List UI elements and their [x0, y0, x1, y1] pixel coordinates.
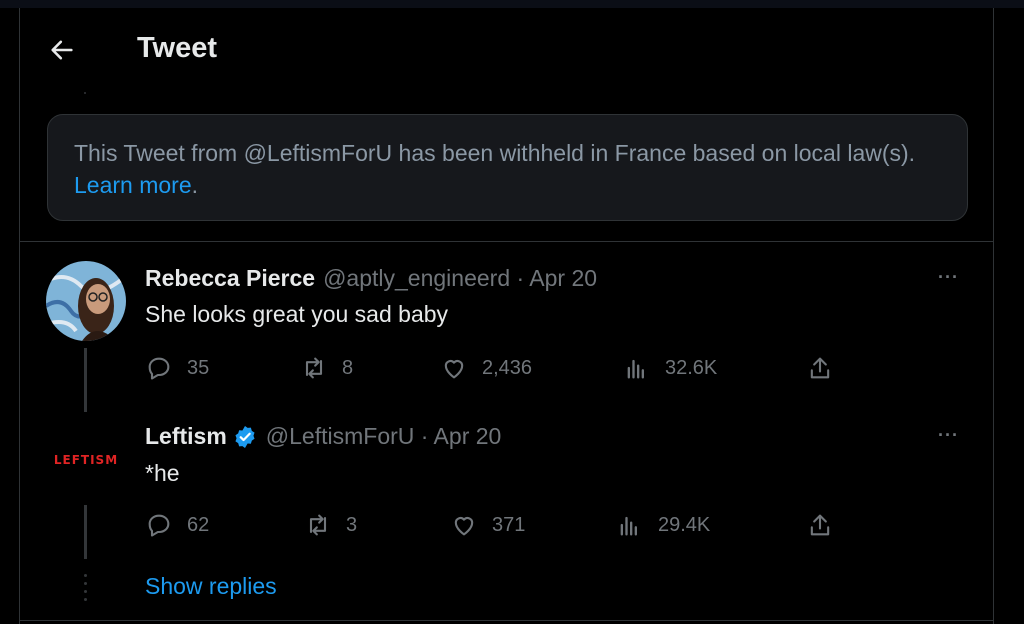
reply-button[interactable]: 62	[145, 511, 209, 539]
reply-icon	[148, 514, 170, 537]
show-replies-link[interactable]: Show replies	[145, 573, 277, 600]
share-icon	[810, 357, 830, 379]
share-button[interactable]	[806, 511, 848, 539]
view-count: 32.6K	[665, 356, 718, 379]
section-divider	[20, 620, 993, 621]
like-button[interactable]: 371	[450, 511, 525, 539]
like-button[interactable]: 2,436	[440, 354, 532, 382]
verified-badge-icon	[235, 425, 255, 448]
views-icon	[627, 359, 644, 379]
display-name[interactable]: Leftism	[145, 423, 227, 450]
retweet-icon	[309, 514, 327, 536]
retweet-button[interactable]: 8	[300, 354, 353, 382]
logo-text: LEFTISM	[53, 453, 119, 467]
main-column: Tweet This Tweet from @LeftismForU has b…	[19, 8, 994, 624]
tweet-text: *he	[145, 460, 180, 486]
learn-more-link[interactable]: Learn more	[74, 172, 192, 198]
handle-and-date[interactable]: @LeftismForU · Apr 20	[266, 423, 502, 450]
share-icon	[810, 514, 830, 536]
reply-count: 35	[187, 356, 210, 379]
back-button[interactable]	[48, 36, 76, 64]
collapsed-thread-dots	[84, 574, 87, 606]
views-button[interactable]: 29.4K	[616, 511, 710, 539]
more-icon[interactable]: ···	[938, 425, 959, 446]
display-name[interactable]: Rebecca Pierce	[145, 265, 315, 292]
reply-button[interactable]: 35	[145, 354, 209, 382]
browser-top-bar	[0, 0, 1024, 8]
page-title: Tweet	[137, 32, 218, 64]
retweet-count: 3	[346, 513, 358, 536]
tweet-header: Leftism @LeftismForU · Apr 20	[145, 423, 501, 450]
retweet-button[interactable]: 3	[304, 511, 357, 539]
like-count: 2,436	[482, 356, 533, 379]
reply-count: 62	[187, 513, 210, 536]
avatar[interactable]	[46, 261, 126, 341]
withheld-notice-suffix: .	[191, 172, 199, 198]
withheld-notice: This Tweet from @LeftismForU has been wi…	[47, 114, 968, 221]
thread-line	[84, 348, 87, 412]
avatar-leftism-logo[interactable]: LEFTISM	[46, 420, 126, 500]
view-count: 29.4K	[658, 513, 711, 536]
tweet-text: She looks great you sad baby	[145, 301, 449, 327]
withheld-notice-text: This Tweet from @LeftismForU has been wi…	[74, 140, 916, 166]
tweet-header: Rebecca Pierce @aptly_engineerd · Apr 20	[145, 265, 597, 292]
views-icon	[620, 516, 637, 536]
retweet-count: 8	[342, 356, 354, 379]
thread-line	[84, 505, 87, 559]
back-arrow-icon	[51, 40, 73, 60]
page-header: Tweet	[20, 8, 993, 88]
like-icon	[454, 517, 474, 536]
views-button[interactable]: 32.6K	[623, 354, 717, 382]
more-icon[interactable]: ···	[938, 267, 959, 288]
like-icon	[444, 360, 464, 379]
like-count: 371	[492, 513, 526, 536]
retweet-icon	[305, 357, 323, 379]
section-divider	[20, 241, 993, 242]
thread-connector-dot	[84, 92, 86, 94]
share-button[interactable]	[806, 354, 848, 382]
avatar-image	[46, 261, 126, 341]
reply-icon	[148, 357, 170, 380]
handle-and-date[interactable]: @aptly_engineerd · Apr 20	[323, 265, 597, 292]
